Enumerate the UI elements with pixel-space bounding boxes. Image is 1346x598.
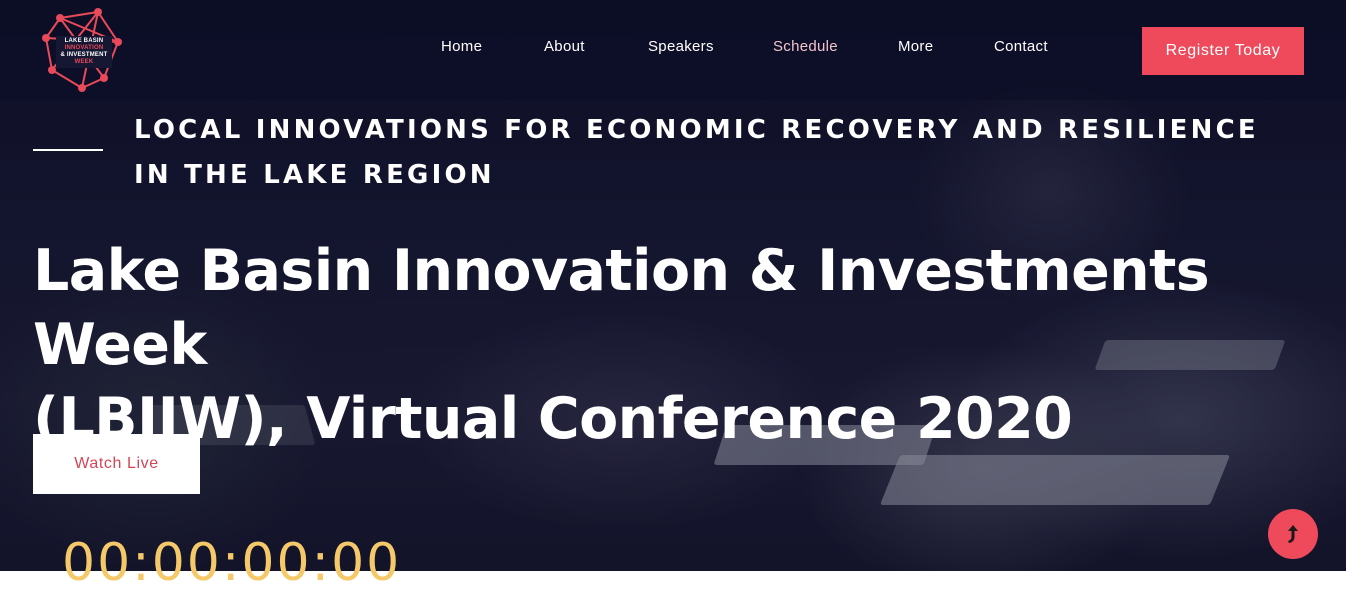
watch-live-button[interactable]: Watch Live — [33, 434, 200, 494]
register-today-button[interactable]: Register Today — [1142, 27, 1304, 75]
site-header: LAKE BASIN INNOVATION & INVESTMENT WEEK … — [0, 0, 1346, 100]
nav-item-speakers[interactable]: Speakers — [648, 38, 714, 55]
scroll-to-top-button[interactable] — [1268, 509, 1318, 559]
nav-item-about[interactable]: About — [544, 38, 585, 55]
hero-subtitle: Local Innovations for Economic Recovery … — [134, 115, 1259, 190]
nav-item-contact[interactable]: Contact — [994, 38, 1048, 55]
headline-line-1: Lake Basin Innovation & Investments Week — [33, 238, 1210, 378]
nav-item-schedule[interactable]: Schedule — [773, 38, 838, 55]
nav-item-home[interactable]: Home — [441, 38, 482, 55]
hero-headline: Lake Basin Innovation & Investments Week… — [33, 234, 1313, 456]
arrow-up-icon — [1288, 525, 1298, 543]
subtitle-divider — [33, 149, 103, 151]
countdown-timer: 00:00:00:00 — [62, 533, 402, 593]
nav-item-more[interactable]: More — [898, 38, 933, 55]
